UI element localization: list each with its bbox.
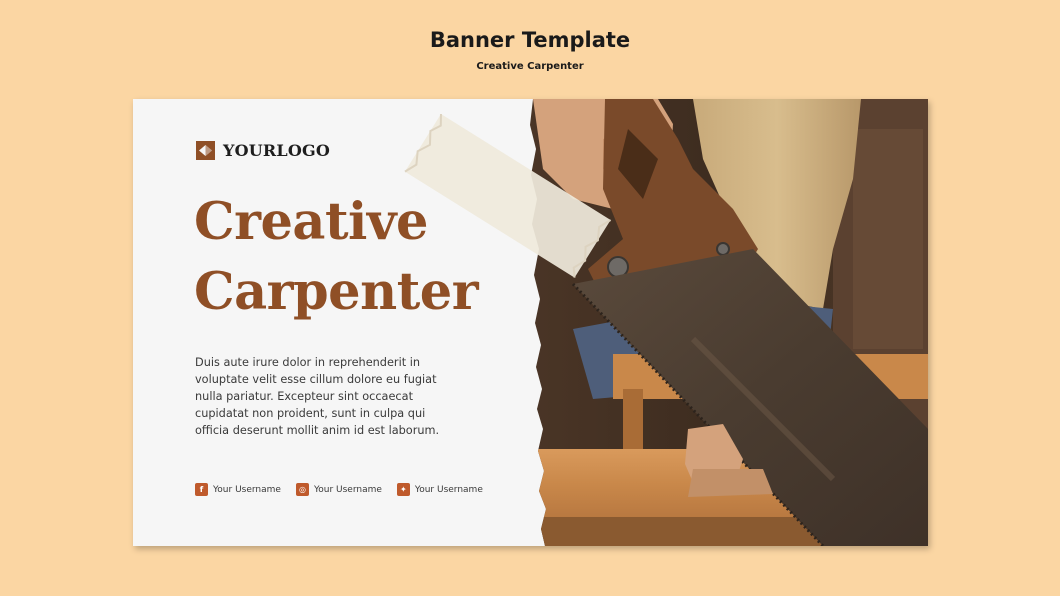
- social-label: Your Username: [213, 484, 281, 495]
- social-label: Your Username: [313, 484, 382, 495]
- banner-body-text: Duis aute irure dolor in reprehenderit i…: [195, 356, 440, 437]
- social-link-twitter[interactable]: ✦ Your Username: [396, 483, 483, 496]
- banner-headline: Creative Carpenter: [194, 187, 479, 327]
- banner-card: YOURLOGO Creative Carpenter Duis aute ir…: [133, 99, 928, 546]
- headline-line-2: Carpenter: [194, 262, 479, 322]
- social-links: f Your Username ◎ Your Username ✦ Your U…: [195, 483, 498, 496]
- social-label: Your Username: [414, 484, 483, 495]
- headline-line-1: Creative: [194, 192, 428, 252]
- facebook-icon: f: [195, 483, 208, 496]
- twitter-icon: ✦: [396, 483, 410, 496]
- page-subtitle: Creative Carpenter: [476, 61, 584, 72]
- social-link-facebook[interactable]: f Your Username: [195, 483, 281, 496]
- logo-text: YOURLOGO: [223, 140, 330, 160]
- page-title: Banner Template: [429, 28, 631, 52]
- logo-mark-icon: [196, 140, 215, 160]
- instagram-icon: ◎: [295, 483, 309, 496]
- social-link-instagram[interactable]: ◎ Your Username: [295, 483, 382, 496]
- logo: YOURLOGO: [196, 139, 330, 161]
